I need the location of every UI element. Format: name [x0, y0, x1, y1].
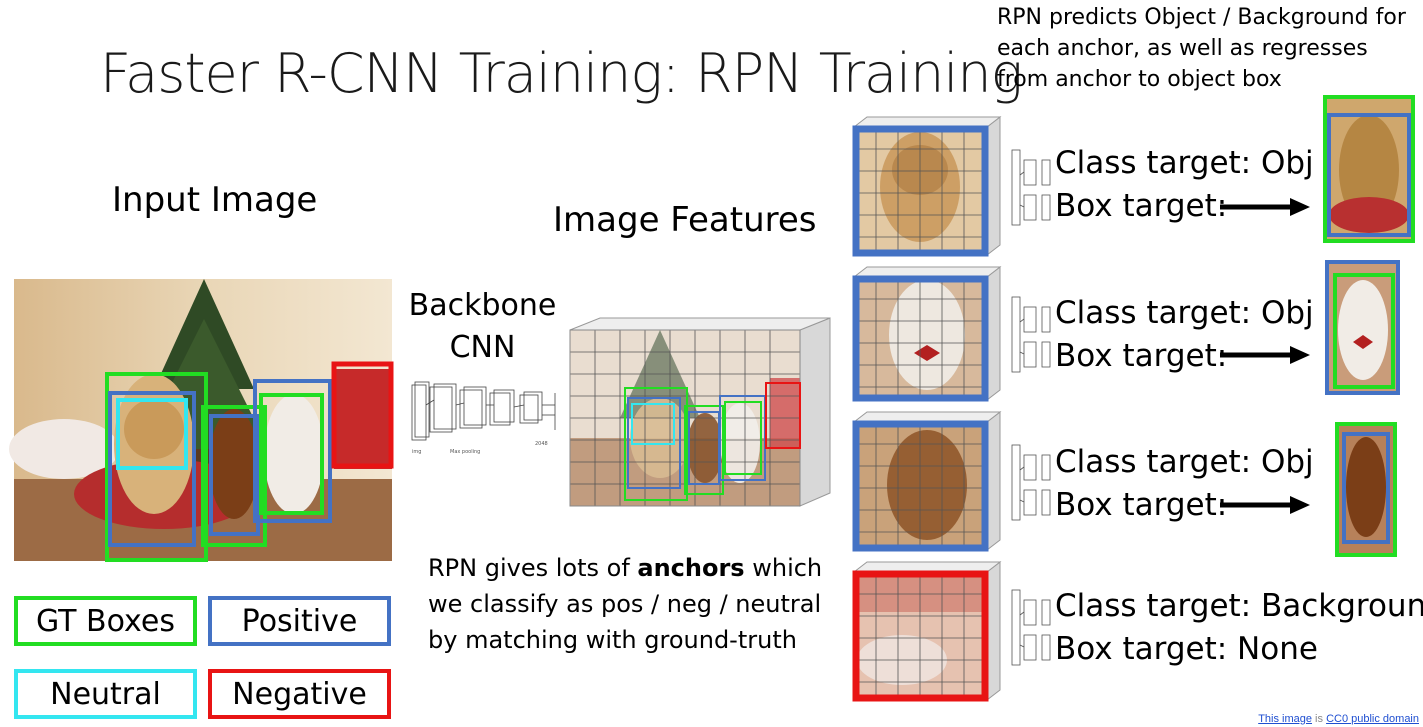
backbone-label-line2: CNN [449, 330, 516, 365]
anchor-crop-3 [852, 410, 1002, 552]
box-target-4: Box target: None [1055, 631, 1318, 667]
legend-gt-boxes: GT Boxes [14, 596, 197, 646]
svg-text:img: img [412, 449, 421, 455]
box-target-arrow-2 [1220, 346, 1310, 364]
backbone-label-line1: Backbone [408, 288, 557, 323]
rpn-note: RPN predicts Object / Background for eac… [997, 5, 1406, 92]
target-crop-cat [1325, 260, 1400, 395]
rpn-head-diagram-2 [1011, 296, 1051, 373]
legend-positive: Positive [208, 596, 391, 646]
input-photo [9, 279, 394, 562]
anchor-crop-4 [852, 560, 1002, 702]
desc-bold: anchors [637, 554, 745, 582]
box-target-arrow-3 [1220, 496, 1310, 514]
rpn-head-diagram-3 [1011, 444, 1051, 521]
class-target-1: Class target: Obj [1055, 145, 1314, 181]
legend-neutral: Neutral [14, 669, 197, 719]
feature-map [569, 317, 831, 507]
desc-pre: RPN gives lots of [428, 554, 638, 582]
backbone-cnn-label: Backbone CNN [400, 285, 565, 369]
rpn-head-diagram-1 [1011, 149, 1051, 226]
class-target-4: Class target: Background [1055, 588, 1423, 624]
svg-text:2048: 2048 [535, 441, 548, 447]
legend-positive-label: Positive [241, 603, 358, 639]
class-target-2: Class target: Obj [1055, 295, 1314, 331]
target-crop-dog [1323, 95, 1415, 243]
slide-title: Faster R-CNN Training: RPN Training [100, 42, 1023, 105]
anchor-crop-2 [852, 265, 1002, 402]
input-image-label: Input Image [112, 180, 318, 220]
target-row-4: Class target: Background Box target: Non… [1055, 585, 1423, 671]
legend-neutral-label: Neutral [50, 676, 161, 712]
image-credit: This image is CC0 public domain [1258, 713, 1419, 725]
legend-negative: Negative [208, 669, 391, 719]
legend-negative-label: Negative [232, 676, 367, 712]
backbone-network-diagram: img Max pooling 2048 [411, 381, 556, 455]
cc0-link[interactable]: CC0 public domain [1326, 713, 1419, 725]
box-target-arrow-1 [1220, 198, 1310, 216]
image-credit-link[interactable]: This image [1258, 713, 1312, 725]
rpn-head-diagram-4 [1011, 589, 1051, 666]
legend-gt-label: GT Boxes [36, 603, 175, 639]
image-features-label: Image Features [553, 200, 817, 240]
class-target-3: Class target: Obj [1055, 444, 1314, 480]
anchor-crop-1 [852, 115, 1002, 257]
svg-text:Max pooling: Max pooling [450, 449, 480, 455]
target-crop-spaniel [1335, 422, 1397, 557]
anchor-description: RPN gives lots of anchors which we class… [428, 550, 838, 658]
credit-mid: is [1312, 713, 1327, 725]
